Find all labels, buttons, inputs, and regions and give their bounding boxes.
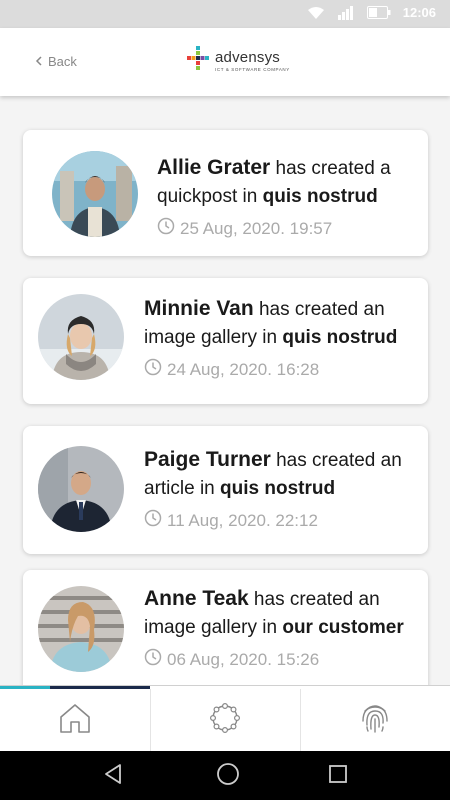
card-text: Anne Teak has created an image gallery i… bbox=[144, 585, 414, 671]
avatar bbox=[38, 586, 124, 672]
timestamp: 11 Aug, 2020. 22:12 bbox=[167, 510, 318, 530]
back-button[interactable]: Back bbox=[35, 54, 77, 69]
nav-home-button[interactable] bbox=[211, 759, 245, 793]
activity-card[interactable]: Allie Grater has created a quickpost in … bbox=[23, 130, 428, 256]
activity-feed: Allie Grater has created a quickpost in … bbox=[0, 96, 450, 686]
avatar bbox=[52, 151, 138, 237]
avatar bbox=[38, 294, 124, 380]
recents-square-icon bbox=[328, 764, 348, 789]
status-time: 12:06 bbox=[402, 5, 436, 20]
tab-home[interactable] bbox=[0, 689, 150, 752]
place-link[interactable]: quis nostrud bbox=[282, 327, 397, 348]
tab-network[interactable] bbox=[150, 689, 300, 752]
author-name: Paige Turner bbox=[144, 448, 271, 471]
home-icon bbox=[58, 702, 92, 739]
home-circle-icon bbox=[216, 762, 240, 791]
card-text: Paige Turner has created an article in q… bbox=[144, 446, 414, 532]
timestamp: 25 Aug, 2020. 19:57 bbox=[180, 218, 333, 238]
system-nav-bar bbox=[0, 751, 450, 800]
place-link[interactable]: quis nostrud bbox=[220, 478, 335, 499]
network-circle-icon bbox=[208, 701, 242, 740]
author-name: Anne Teak bbox=[144, 587, 249, 610]
card-text: Allie Grater has created a quickpost in … bbox=[157, 154, 414, 240]
status-bar: 12:06 bbox=[0, 0, 450, 28]
logo-mark-icon bbox=[187, 46, 209, 75]
place-link[interactable]: our customer bbox=[282, 617, 403, 638]
avatar bbox=[38, 446, 124, 532]
nav-back-button[interactable] bbox=[96, 759, 130, 793]
back-triangle-icon bbox=[103, 763, 123, 790]
place-link[interactable]: quis nostrud bbox=[263, 186, 378, 207]
timestamp: 06 Aug, 2020. 15:26 bbox=[167, 649, 320, 669]
logo-name: advensys bbox=[215, 48, 280, 66]
clock-icon bbox=[144, 509, 162, 532]
bottom-tab-bar bbox=[0, 685, 450, 752]
advensys-logo: advensys ICT & SOFTWARE COMPANY bbox=[187, 46, 290, 75]
logo-tagline: ICT & SOFTWARE COMPANY bbox=[215, 66, 290, 72]
app-header: Back advensys ICT & SOFTWARE COMPANY bbox=[0, 28, 450, 96]
author-name: Minnie Van bbox=[144, 297, 254, 320]
battery-icon bbox=[366, 6, 391, 19]
timestamp: 24 Aug, 2020. 16:28 bbox=[167, 359, 320, 379]
fingerprint-icon bbox=[360, 701, 390, 740]
clock-icon bbox=[157, 217, 175, 240]
tab-fingerprint[interactable] bbox=[300, 689, 450, 752]
wifi-icon bbox=[307, 6, 325, 20]
activity-card[interactable]: Paige Turner has created an article in q… bbox=[23, 426, 428, 554]
author-name: Allie Grater bbox=[157, 156, 271, 179]
chevron-left-icon bbox=[35, 54, 42, 69]
back-label: Back bbox=[48, 54, 77, 69]
activity-card[interactable]: Minnie Van has created an image gallery … bbox=[23, 278, 428, 404]
card-text: Minnie Van has created an image gallery … bbox=[144, 295, 414, 381]
clock-icon bbox=[144, 358, 162, 381]
activity-card[interactable]: Anne Teak has created an image gallery i… bbox=[23, 570, 428, 686]
nav-recents-button[interactable] bbox=[321, 759, 355, 793]
clock-icon bbox=[144, 648, 162, 671]
signal-icon bbox=[337, 5, 355, 20]
